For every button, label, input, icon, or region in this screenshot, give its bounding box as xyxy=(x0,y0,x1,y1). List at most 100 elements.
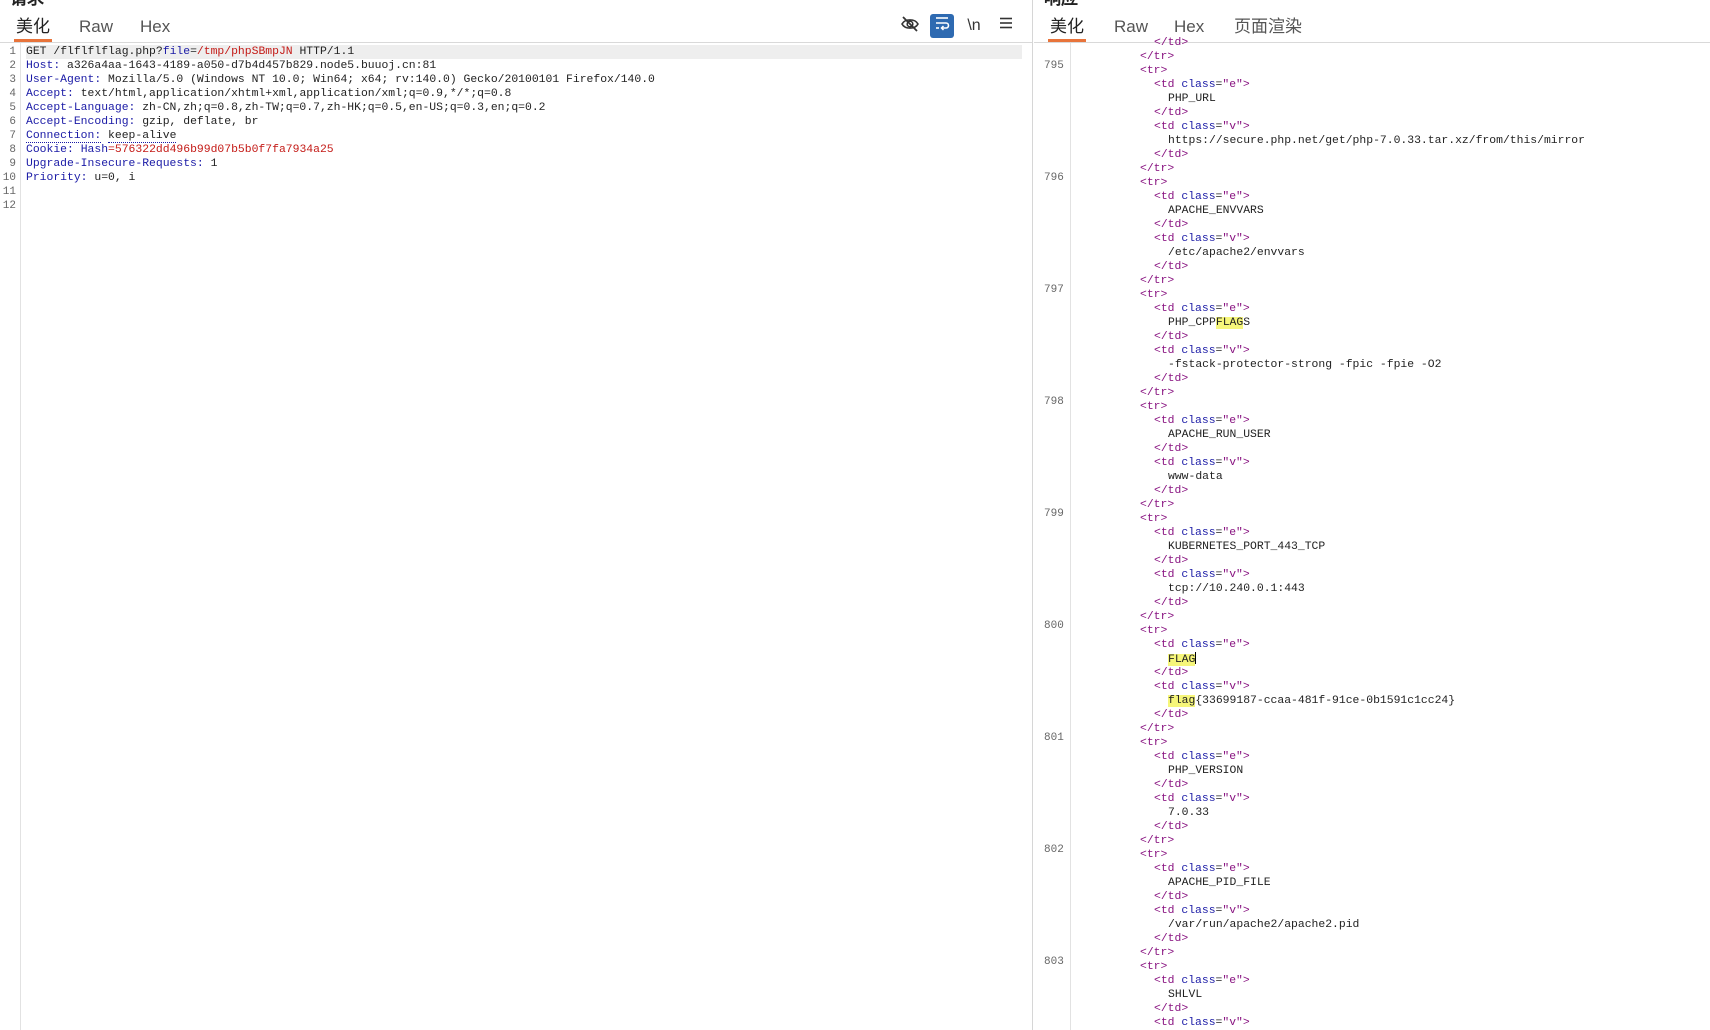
code-line: <td class="e"> xyxy=(1154,862,1250,876)
tag-open: <td xyxy=(1154,191,1175,203)
response-tab-pretty[interactable]: 美化 xyxy=(1048,16,1086,42)
eye-slash-icon[interactable] xyxy=(898,14,922,38)
header-value: 1 xyxy=(210,158,218,170)
tag-close: </tr> xyxy=(1140,275,1175,287)
tag-end: > xyxy=(1242,639,1250,651)
response-editor[interactable]: 795 796 797 798 799 800 801 802 803 </td> </tr> <t… xyxy=(1034,37,1710,1030)
header-name: User-Agent: xyxy=(26,74,102,86)
attr-value: "e" xyxy=(1222,639,1243,651)
tag-end: > xyxy=(1242,905,1250,917)
env-value: www-data xyxy=(1168,471,1223,483)
tag-open: <td xyxy=(1154,681,1175,693)
env-value: /etc/apache2/envvars xyxy=(1168,247,1305,259)
code-line: SHLVL xyxy=(1168,988,1202,1002)
attr-name: class xyxy=(1181,121,1216,133)
env-value: 7.0.33 xyxy=(1168,807,1210,819)
tag-open: <td xyxy=(1154,527,1175,539)
tag-end: > xyxy=(1242,751,1250,763)
tag-open: <td xyxy=(1154,905,1175,917)
request-code[interactable]: GET /flflflflag.php?file=/tmp/phpSBmpJN … xyxy=(0,43,1032,1030)
request-header-user-agent: User-Agent: Mozilla/5.0 (Windows NT 10.0… xyxy=(26,73,655,87)
code-line: flag{33699187-ccaa-481f-91ce-0b1591c1cc2… xyxy=(1168,694,1455,708)
code-line: </td> xyxy=(1154,820,1188,834)
tag-end: > xyxy=(1242,191,1250,203)
code-line: <tr> xyxy=(1140,176,1167,190)
request-header-priority: Priority: u=0, i xyxy=(26,171,135,185)
request-line-1: GET /flflflflag.php?file=/tmp/phpSBmpJN … xyxy=(26,45,1022,59)
tag-open: <tr> xyxy=(1140,625,1168,637)
code-line: </td> xyxy=(1154,330,1188,344)
attr-name: class xyxy=(1181,233,1216,245)
code-line: <td class="v"> xyxy=(1154,344,1250,358)
response-code[interactable]: </td> </tr> <tr> <td class="e"> PHP_URL </td>… xyxy=(1034,37,1710,1030)
tag-open: <tr> xyxy=(1140,513,1168,525)
request-tab-hex[interactable]: Hex xyxy=(138,16,172,42)
response-tab-raw[interactable]: Raw xyxy=(1112,16,1150,42)
tag-end: > xyxy=(1242,345,1250,357)
code-line: FLAG xyxy=(1168,652,1197,666)
tag-open: <td xyxy=(1154,639,1175,651)
tag-close: </tr> xyxy=(1140,611,1175,623)
tag-close: </tr> xyxy=(1140,163,1175,175)
code-line: <td class="v"> xyxy=(1154,680,1250,694)
attr-value: "e" xyxy=(1222,863,1243,875)
code-line: <tr> xyxy=(1140,848,1167,862)
attr-value: "e" xyxy=(1222,527,1243,539)
tag-close: </td> xyxy=(1154,331,1189,343)
tag-end: > xyxy=(1242,681,1250,693)
header-name: Connection: xyxy=(26,130,102,143)
attr-name: class xyxy=(1181,863,1216,875)
code-line: </td> xyxy=(1154,148,1188,162)
attr-name: class xyxy=(1181,681,1216,693)
newline-toggle-button[interactable]: \n xyxy=(962,14,986,38)
code-line: 7.0.33 xyxy=(1168,806,1209,820)
attr-value: "e" xyxy=(1222,79,1243,91)
tag-open: <td xyxy=(1154,345,1175,357)
header-value: a326a4aa-1643-4189-a050-d7b4d457b829.nod… xyxy=(67,60,437,72)
menu-icon[interactable] xyxy=(994,14,1018,38)
code-line: <tr> xyxy=(1140,736,1167,750)
eye-slash-icon-svg xyxy=(901,16,919,32)
tag-close: </td> xyxy=(1154,219,1189,231)
code-line: <td class="v"> xyxy=(1154,792,1250,806)
response-tab-render[interactable]: 页面渲染 xyxy=(1232,16,1304,42)
attr-value: "e" xyxy=(1222,303,1243,315)
response-pane-title: 响应 xyxy=(1044,0,1078,6)
tag-open: <td xyxy=(1154,233,1175,245)
env-value: {33699187-ccaa-481f-91ce-0b1591c1cc24} xyxy=(1195,695,1456,707)
env-name: PHP_CPP xyxy=(1168,317,1216,329)
code-line: PHP_CPPFLAGS xyxy=(1168,316,1250,330)
env-name: APACHE_RUN_USER xyxy=(1168,429,1271,441)
code-line: <td class="v"> xyxy=(1154,120,1250,134)
tag-close: </td> xyxy=(1154,373,1189,385)
request-header-accept-language: Accept-Language: zh-CN,zh;q=0.8,zh-TW;q=… xyxy=(26,101,546,115)
code-line: <td class="v"> xyxy=(1154,1016,1250,1030)
tag-close: </td> xyxy=(1154,933,1189,945)
tag-end: > xyxy=(1242,1017,1250,1029)
tag-open: <td xyxy=(1154,569,1175,581)
attr-name: class xyxy=(1181,415,1216,427)
tag-open: <tr> xyxy=(1140,289,1168,301)
code-line: tcp://10.240.0.1:443 xyxy=(1168,582,1305,596)
request-tab-pretty[interactable]: 美化 xyxy=(14,16,52,42)
tag-close: </td> xyxy=(1154,667,1189,679)
wrap-lines-icon[interactable] xyxy=(930,14,954,38)
request-tab-raw[interactable]: Raw xyxy=(77,16,115,42)
env-name: APACHE_PID_FILE xyxy=(1168,877,1271,889)
code-line: -fstack-protector-strong -fpic -fpie -O2 xyxy=(1168,358,1441,372)
code-line: </tr> xyxy=(1140,610,1174,624)
request-editor[interactable]: 1 2 3 4 5 6 7 8 9 10 11 12 GET /flflflflag.php?file… xyxy=(0,43,1032,1030)
search-highlight: flag xyxy=(1168,695,1196,707)
code-line: </td> xyxy=(1154,442,1188,456)
code-line: <td class="e"> xyxy=(1154,414,1250,428)
code-line: PHP_URL xyxy=(1168,92,1216,106)
code-line: <td class="e"> xyxy=(1154,302,1250,316)
code-line: </td> xyxy=(1154,484,1188,498)
env-name: PHP_URL xyxy=(1168,93,1216,105)
tag-end: > xyxy=(1242,121,1250,133)
tag-end: > xyxy=(1242,569,1250,581)
header-name: Cookie: xyxy=(26,144,74,156)
attr-name: class xyxy=(1181,191,1216,203)
tag-end: > xyxy=(1242,793,1250,805)
code-line: https://secure.php.net/get/php-7.0.33.ta… xyxy=(1168,134,1585,148)
